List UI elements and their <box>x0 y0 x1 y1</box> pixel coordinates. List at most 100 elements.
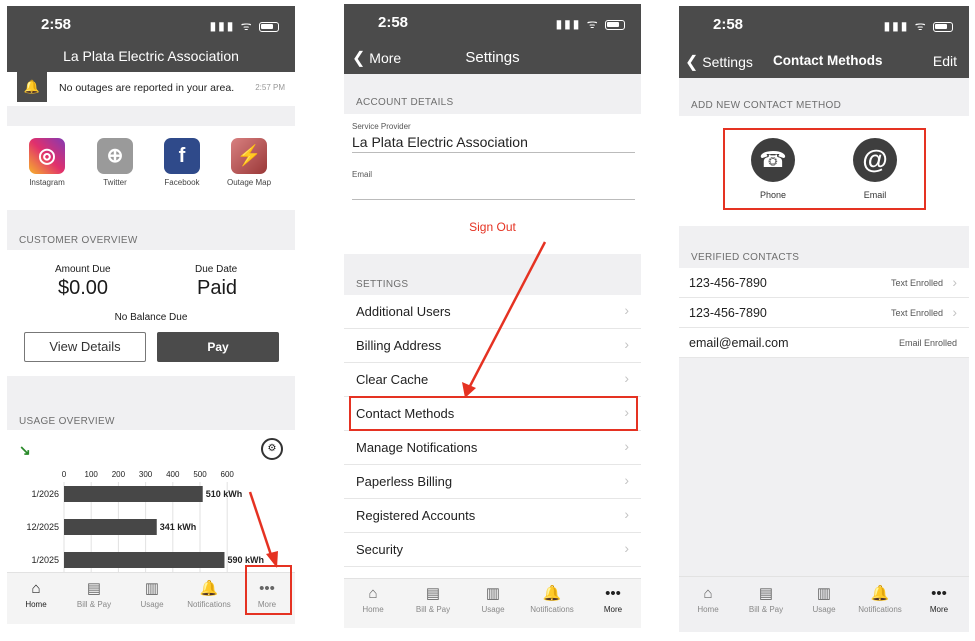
account-details: Service Provider La Plata Electric Assoc… <box>344 114 641 254</box>
tab-bill-pay[interactable]: ▤ Bill & Pay <box>743 583 789 614</box>
tab-label: Usage <box>140 600 164 609</box>
tab-notifications[interactable]: 🔔 Notifications <box>853 583 907 614</box>
settings-item-label: Billing Address <box>356 338 442 353</box>
home-icon: ⌂ <box>368 585 378 602</box>
chart-settings-icon[interactable]: ⚙ <box>261 438 283 460</box>
pay-button[interactable]: Pay <box>157 332 279 362</box>
settings-item-label: Paperless Billing <box>356 474 453 489</box>
data-label: 341 kWh <box>160 522 197 532</box>
status-time: 2:58 <box>378 14 409 31</box>
trend-down-icon: ↘ <box>19 442 31 458</box>
sign-out-button[interactable]: Sign Out <box>344 220 641 234</box>
bar <box>64 552 225 568</box>
add-contact-header: ADD NEW CONTACT METHOD <box>691 100 842 111</box>
usage-icon: ▥ <box>485 585 501 602</box>
contact-row[interactable]: 123-456-7890 Text Enrolled › <box>679 268 969 298</box>
outage-alert[interactable]: 🔔 No outages are reported in your area. … <box>7 72 295 106</box>
battery-icon <box>605 19 625 30</box>
bell-icon: 🔔 <box>17 72 47 102</box>
settings-header: SETTINGS <box>356 279 409 290</box>
bill-icon: ▤ <box>758 585 774 602</box>
settings-item[interactable]: Paperless Billing › <box>344 465 641 499</box>
settings-item[interactable]: Manage Notifications › <box>344 431 641 465</box>
chevron-right-icon: › <box>624 302 629 318</box>
settings-item-label: Clear Cache <box>356 372 429 387</box>
settings-item-label: Registered Accounts <box>356 508 476 523</box>
customer-overview-header: CUSTOMER OVERVIEW <box>19 235 138 246</box>
amount-due-value: $0.00 <box>58 277 109 299</box>
facebook-label: Facebook <box>164 178 200 187</box>
data-label: 590 kWh <box>227 555 264 565</box>
customer-overview: Amount Due $0.00 Due Date Paid No Balanc… <box>7 250 295 376</box>
tab-more[interactable]: ••• More <box>922 583 956 614</box>
tab-label: Bill & Pay <box>748 605 784 614</box>
divider <box>352 199 635 200</box>
bill-icon: ▤ <box>425 585 441 602</box>
status-icons: ▮▮▮ ᯤ <box>210 17 279 34</box>
tab-bar: ⌂ Home ▤ Bill & Pay ▥ Usage 🔔 Notifications … <box>344 578 641 628</box>
tab-label: Notifications <box>530 605 574 614</box>
contact-status: Email Enrolled <box>898 338 957 348</box>
settings-item[interactable]: Registered Accounts › <box>344 499 641 533</box>
tab-bill-pay[interactable]: ▤ Bill & Pay <box>410 583 456 614</box>
tab-home[interactable]: ⌂ Home <box>356 583 390 614</box>
status-bar: 2:58 ▮▮▮ ᯤ <box>679 6 969 46</box>
add-contact-highlight <box>723 128 926 210</box>
more-icon: ••• <box>931 585 947 602</box>
status-icons: ▮▮▮ ᯤ <box>884 17 953 34</box>
bell-icon: 🔔 <box>542 585 562 602</box>
page-title: Settings <box>465 49 520 66</box>
tab-notifications[interactable]: 🔔 Notifications <box>525 583 579 614</box>
tab-label: Notifications <box>187 600 231 609</box>
tab-bill-pay[interactable]: ▤ Bill & Pay <box>71 578 117 609</box>
tab-label: Home <box>697 605 719 614</box>
tab-usage[interactable]: ▥ Usage <box>135 578 169 609</box>
home-screen: 2:58 ▮▮▮ ᯤ La Plata Electric Association… <box>7 6 295 624</box>
settings-item[interactable]: Clear Cache › <box>344 363 641 397</box>
chevron-right-icon: › <box>952 304 957 320</box>
amount-due-label: Amount Due <box>55 264 111 275</box>
edit-button[interactable]: Edit <box>933 53 957 69</box>
chevron-right-icon: › <box>624 336 629 352</box>
tab-more[interactable]: ••• More <box>596 583 630 614</box>
bell-icon: 🔔 <box>199 580 219 597</box>
tab-home[interactable]: ⌂ Home <box>691 583 725 614</box>
tick-label: 500 <box>193 470 207 479</box>
settings-item[interactable]: Additional Users › <box>344 295 641 329</box>
facebook-link[interactable]: f Facebook <box>157 138 207 187</box>
contact-status: Text Enrolled <box>890 308 943 318</box>
tab-usage[interactable]: ▥ Usage <box>476 583 510 614</box>
instagram-link[interactable]: ◎ Instagram <box>22 138 72 187</box>
contact-row[interactable]: email@email.com Email Enrolled <box>679 328 969 358</box>
contact-row[interactable]: 123-456-7890 Text Enrolled › <box>679 298 969 328</box>
due-date-label: Due Date <box>195 264 238 275</box>
contact-value: 123-456-7890 <box>689 306 767 320</box>
chevron-left-icon: ❮ <box>685 54 699 71</box>
contact-methods-screen: 2:58 ▮▮▮ ᯤ ❮ Settings Contact Methods Ed… <box>679 6 969 632</box>
view-details-button[interactable]: View Details <box>24 332 146 362</box>
settings-item[interactable]: Billing Address › <box>344 329 641 363</box>
settings-item[interactable]: Security › <box>344 533 641 567</box>
twitter-link[interactable]: ⊕ Twitter <box>90 138 140 187</box>
tab-usage[interactable]: ▥ Usage <box>807 583 841 614</box>
divider <box>352 152 635 153</box>
contact-value: 123-456-7890 <box>689 276 767 290</box>
page-title: La Plata Electric Association <box>63 48 239 64</box>
back-button[interactable]: ❮ Settings <box>685 52 753 72</box>
settings-item-label: Additional Users <box>356 304 451 319</box>
chevron-right-icon: › <box>624 370 629 386</box>
tab-notifications[interactable]: 🔔 Notifications <box>182 578 236 609</box>
twitter-label: Twitter <box>103 178 127 187</box>
alert-time: 2:57 PM <box>255 83 285 92</box>
instagram-label: Instagram <box>29 178 65 187</box>
verified-contacts-header: VERIFIED CONTACTS <box>691 252 800 263</box>
instagram-icon: ◎ <box>29 138 65 174</box>
tab-home[interactable]: ⌂ Home <box>19 578 53 609</box>
tab-label: Bill & Pay <box>415 605 451 614</box>
tab-label: Home <box>25 600 47 609</box>
home-icon: ⌂ <box>703 585 713 602</box>
outage-map-label: Outage Map <box>226 178 272 187</box>
balance-note: No Balance Due <box>114 312 188 323</box>
outage-map-link[interactable]: ⚡ Outage Map <box>224 138 274 187</box>
tick-label: 600 <box>221 470 235 479</box>
